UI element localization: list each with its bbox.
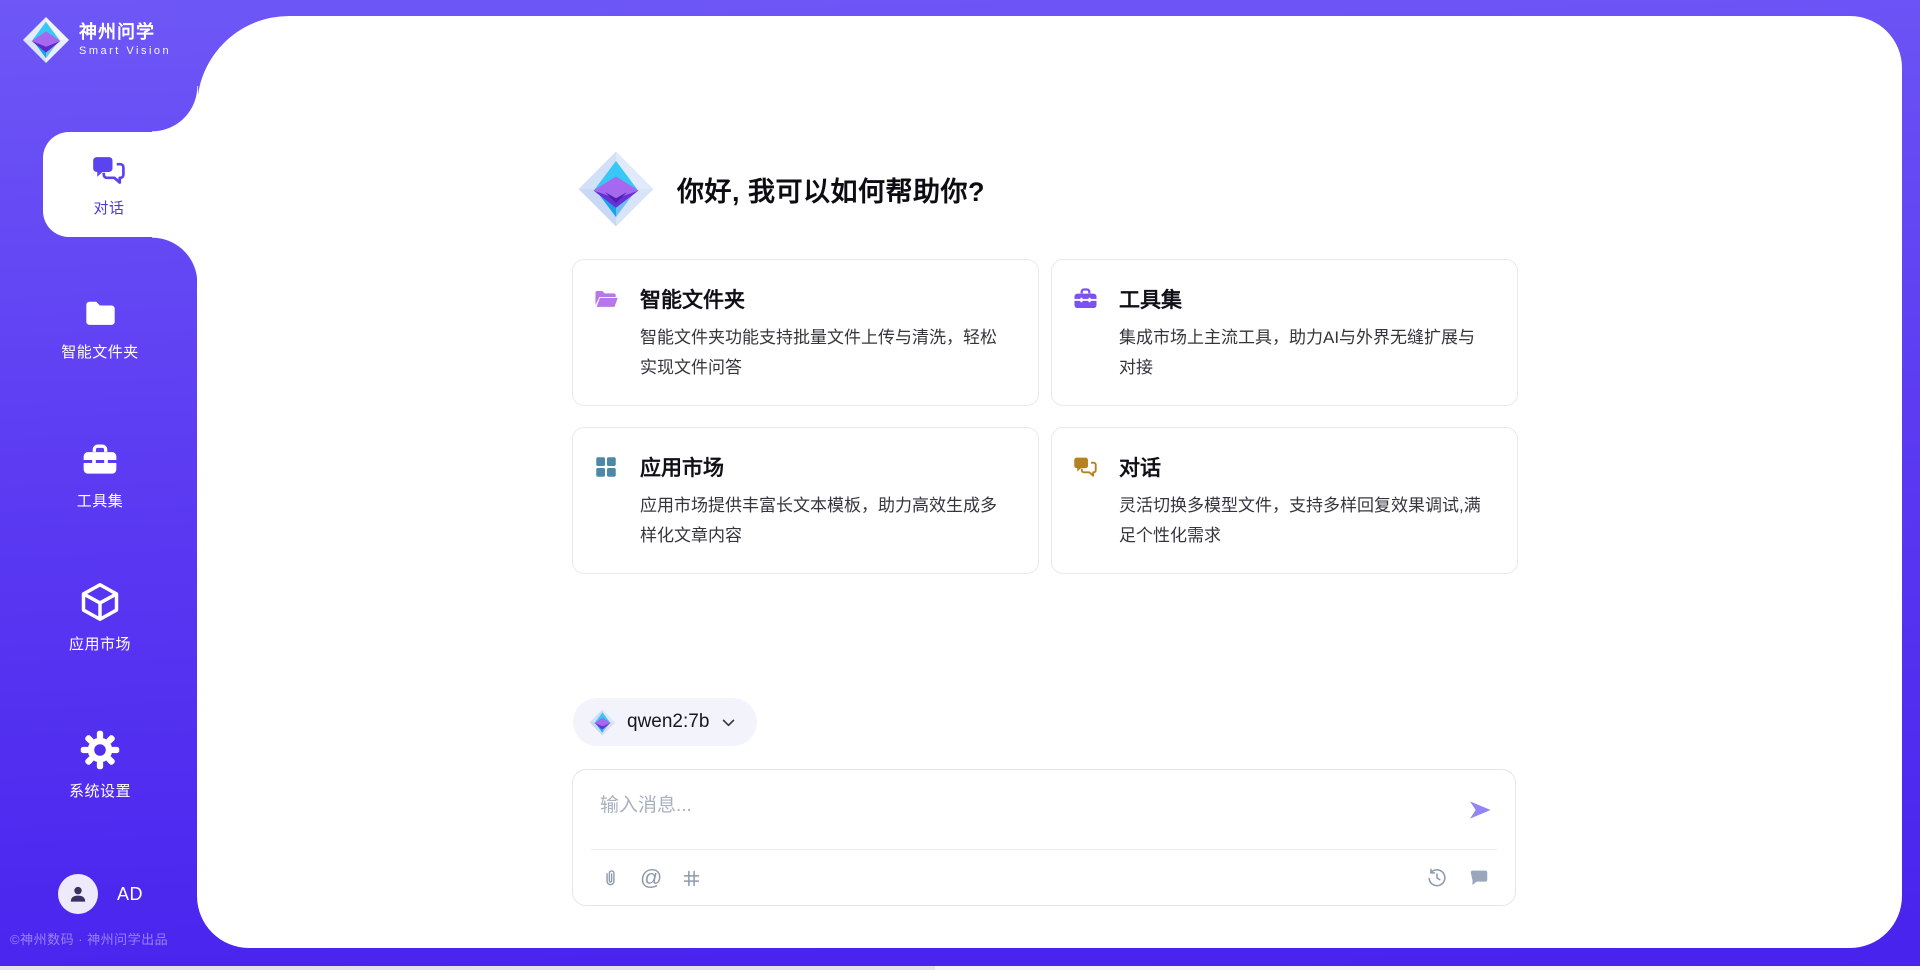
folder-open-icon — [593, 286, 620, 313]
brand-name: 神州问学 — [79, 22, 171, 43]
sidebar-item-label: 系统设置 — [69, 780, 131, 801]
user-initials: AD — [117, 884, 143, 905]
card-description: 集成市场上主流工具，助力AI与外界无缝扩展与对接 — [1119, 323, 1491, 383]
user-profile[interactable]: AD — [58, 874, 143, 914]
card-smart-folder[interactable]: 智能文件夹 智能文件夹功能支持批量文件上传与清洗，轻松实现文件问答 — [572, 259, 1039, 406]
horizontal-scrollbar[interactable] — [0, 966, 1920, 970]
topic-grid-icon[interactable] — [681, 868, 702, 889]
logo-diamond-icon — [22, 16, 70, 64]
sidebar-item-app-market[interactable]: 应用市场 — [30, 580, 170, 654]
composer-toolbar-right — [1426, 867, 1490, 889]
history-icon[interactable] — [1426, 867, 1448, 889]
cube-icon — [78, 580, 122, 624]
sidebar-item-toolset[interactable]: 工具集 — [30, 441, 170, 511]
card-title: 智能文件夹 — [640, 284, 745, 314]
main-content-area: 你好, 我可以如何帮助你? 智能文件夹 智能文件夹功能支持批量文件上传与清洗，轻… — [197, 16, 1902, 948]
copyright-footer: ©神州数码 · 神州问学出品 — [10, 929, 168, 948]
sidebar-item-label: 对话 — [93, 197, 124, 218]
sidebar-item-chat[interactable]: 对话 — [43, 132, 201, 237]
sidebar-item-settings[interactable]: 系统设置 — [30, 729, 170, 801]
card-title: 工具集 — [1119, 284, 1182, 314]
tab-curve-top — [152, 86, 198, 132]
chat-icon — [90, 152, 128, 190]
grid-icon — [593, 454, 620, 481]
attachment-icon[interactable] — [600, 868, 621, 889]
model-name: qwen2:7b — [627, 711, 709, 733]
gear-icon — [79, 729, 121, 771]
sidebar-item-label: 工具集 — [77, 490, 124, 511]
avatar — [58, 874, 98, 914]
chat-icon — [1072, 454, 1099, 481]
briefcase-icon — [1072, 286, 1099, 313]
message-composer: @ — [572, 769, 1516, 906]
send-icon[interactable] — [1467, 797, 1493, 823]
card-description: 灵活切换多模型文件，支持多样回复效果调试,满足个性化需求 — [1119, 491, 1491, 551]
briefcase-icon — [80, 441, 120, 481]
message-input[interactable] — [573, 770, 1515, 848]
sidebar-item-smart-folder[interactable]: 智能文件夹 — [30, 295, 170, 362]
app-root: { "brand": { "name": "神州问学", "subtitle":… — [0, 0, 1920, 970]
card-description: 智能文件夹功能支持批量文件上传与清洗，轻松实现文件问答 — [640, 323, 1012, 383]
chevron-down-icon — [720, 714, 737, 731]
folder-icon — [82, 295, 119, 332]
composer-toolbar: @ — [600, 850, 1490, 906]
feedback-bubble-icon[interactable] — [1468, 867, 1490, 889]
card-chat[interactable]: 对话 灵活切换多模型文件，支持多样回复效果调试,满足个性化需求 — [1051, 427, 1518, 574]
card-title: 应用市场 — [640, 452, 724, 482]
brand-diamond-icon — [577, 150, 655, 228]
greeting-block: 你好, 我可以如何帮助你? — [577, 150, 985, 228]
card-toolset[interactable]: 工具集 集成市场上主流工具，助力AI与外界无缝扩展与对接 — [1051, 259, 1518, 406]
app-logo: 神州问学 Smart Vision — [22, 16, 171, 64]
card-description: 应用市场提供丰富长文本模板，助力高效生成多样化文章内容 — [640, 491, 1012, 551]
mention-icon[interactable]: @ — [640, 867, 662, 889]
sidebar-item-label: 智能文件夹 — [61, 341, 139, 362]
greeting-text: 你好, 我可以如何帮助你? — [677, 170, 985, 209]
feature-cards-grid: 智能文件夹 智能文件夹功能支持批量文件上传与清洗，轻松实现文件问答 工具集 集成… — [572, 259, 1518, 574]
scrollbar-thumb[interactable] — [0, 966, 935, 970]
model-diamond-icon — [589, 709, 616, 736]
card-app-market[interactable]: 应用市场 应用市场提供丰富长文本模板，助力高效生成多样化文章内容 — [572, 427, 1039, 574]
brand-subtitle: Smart Vision — [79, 45, 171, 58]
tab-curve-bottom — [152, 237, 198, 283]
sidebar-item-label: 应用市场 — [69, 633, 131, 654]
card-title: 对话 — [1119, 452, 1161, 482]
model-selector[interactable]: qwen2:7b — [573, 698, 757, 746]
